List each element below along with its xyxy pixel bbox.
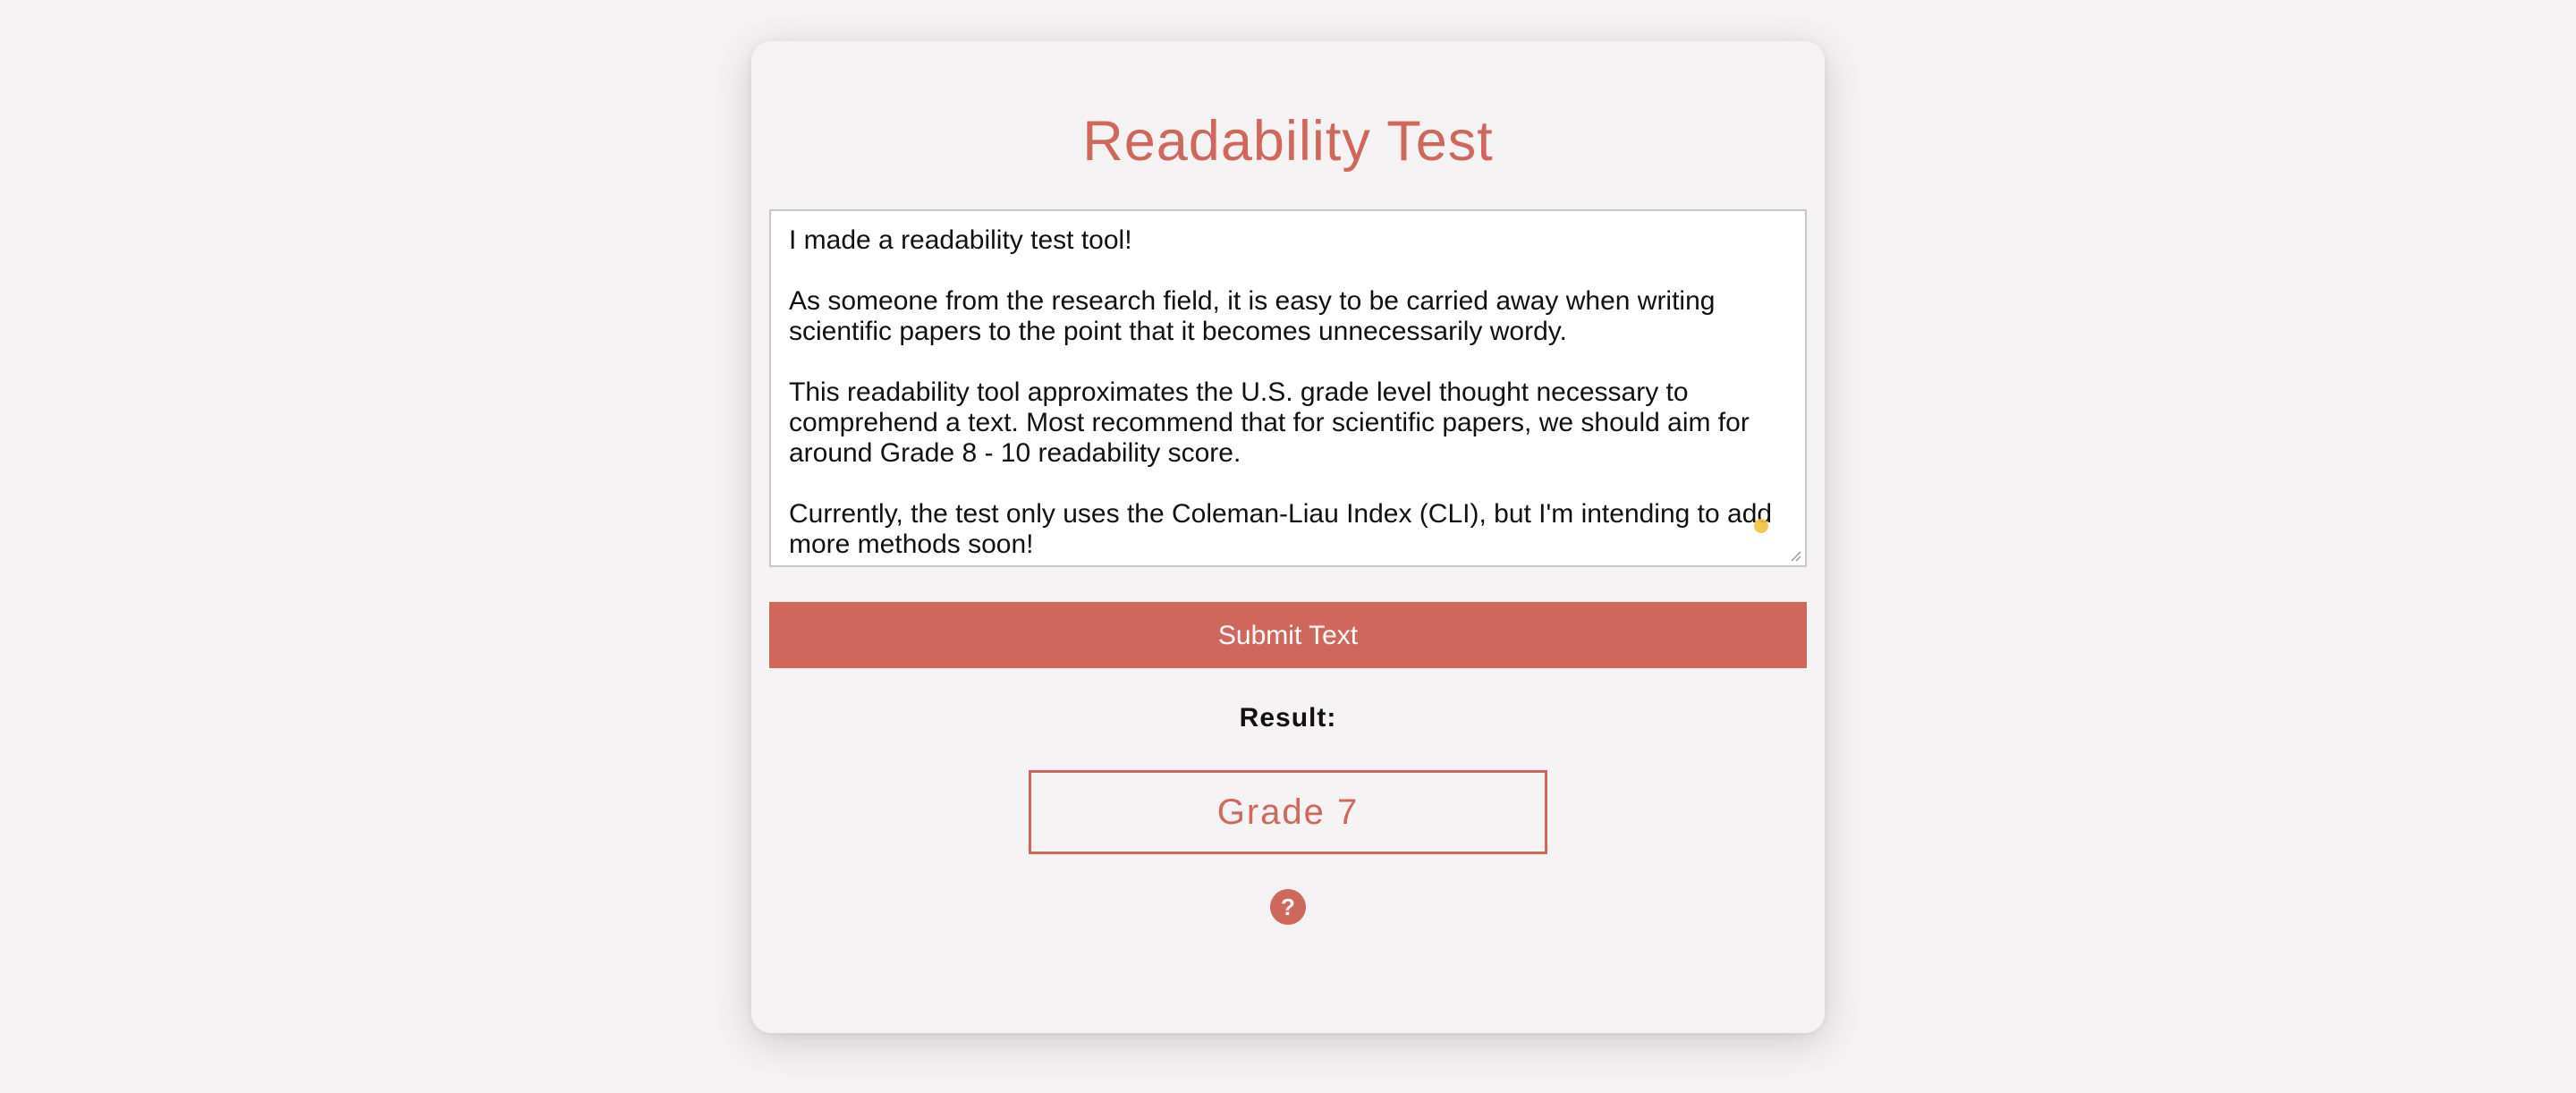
text-paragraph: I made a readability test tool!: [789, 225, 1132, 255]
text-input-area[interactable]: I made a readability test tool! As someo…: [769, 209, 1807, 567]
submit-button[interactable]: Submit Text: [769, 602, 1807, 668]
text-paragraph: As someone from the research field, it i…: [789, 286, 1716, 346]
readability-card: Readability Test I made a readability te…: [751, 41, 1825, 1033]
page-title: Readability Test: [1082, 110, 1494, 173]
help-icon[interactable]: ?: [1270, 889, 1306, 925]
result-label: Result:: [1239, 703, 1337, 733]
text-paragraph: Currently, the test only uses the Colema…: [789, 499, 1773, 559]
mouse-cursor-indicator: [1754, 519, 1768, 533]
resize-handle-icon[interactable]: [1791, 551, 1801, 562]
text-paragraph: This readability tool approximates the U…: [789, 377, 1750, 468]
result-grade-box: Grade 7: [1029, 770, 1547, 854]
